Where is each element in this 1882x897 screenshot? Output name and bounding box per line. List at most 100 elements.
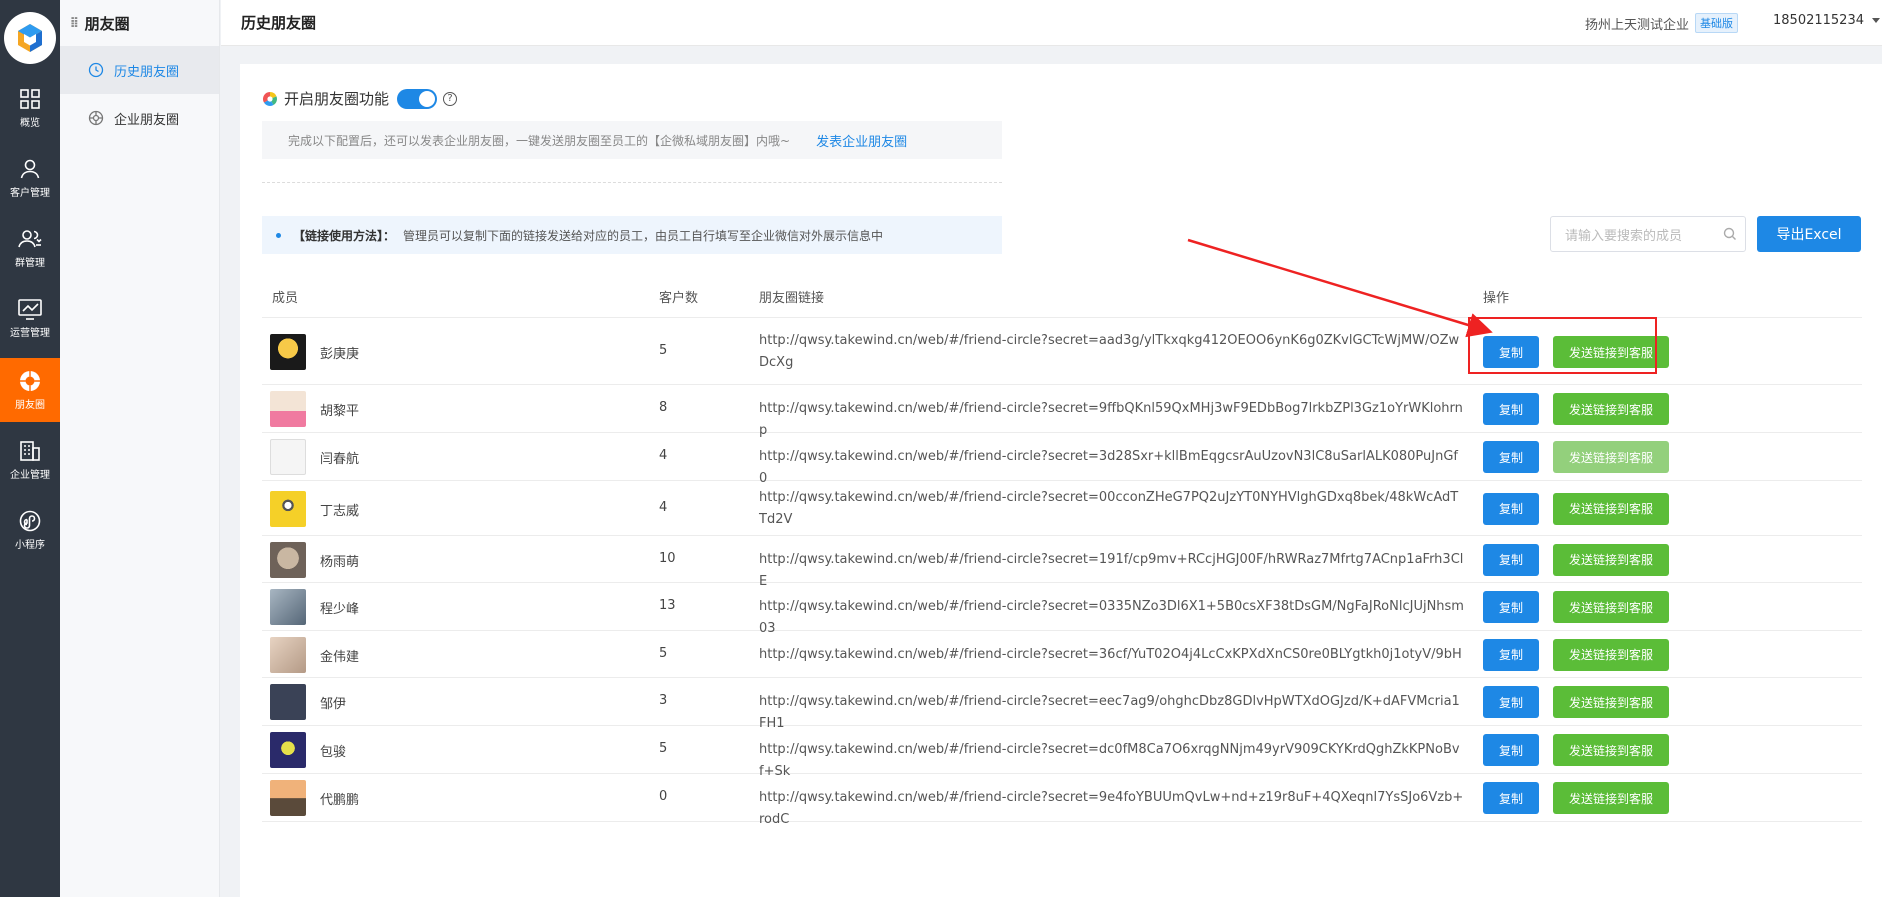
column-header-customers: 客户数	[659, 291, 699, 306]
rail-item-groups[interactable]: 群管理	[0, 216, 60, 280]
export-excel-button[interactable]: 导出Excel	[1757, 216, 1861, 252]
app-logo[interactable]	[4, 12, 56, 64]
rail-label: 朋友圈	[15, 400, 45, 411]
avatar	[270, 589, 306, 625]
help-icon[interactable]: ?	[443, 91, 458, 106]
avatar	[270, 391, 306, 427]
send-to-service-button[interactable]: 发送链接到客服	[1553, 441, 1669, 473]
chevron-down-icon	[1871, 18, 1880, 23]
customer-count: 4	[659, 448, 668, 463]
info-text: 管理员可以复制下面的链接发送给对应的员工，由员工自行填写至企业微信对外展示信息中	[403, 228, 884, 243]
rail-label: 企业管理	[10, 470, 50, 481]
send-to-service-button[interactable]: 发送链接到客服	[1553, 543, 1669, 576]
rail-item-overview[interactable]: 概览	[0, 76, 60, 140]
table-header: 成员 客户数 朋友圈链接 操作	[262, 272, 1862, 318]
moments-link: http://qwsy.takewind.cn/web/#/friend-cir…	[759, 790, 1464, 827]
customer-count: 3	[659, 693, 668, 708]
avatar	[270, 334, 306, 370]
copy-button[interactable]: 复制	[1483, 543, 1539, 576]
rail-label: 小程序	[15, 540, 45, 551]
copy-button[interactable]: 复制	[1483, 782, 1539, 814]
avatar	[270, 684, 306, 720]
send-to-service-button[interactable]: 发送链接到客服	[1553, 591, 1669, 623]
customer-count: 8	[659, 400, 668, 415]
send-to-service-button[interactable]: 发送链接到客服	[1553, 782, 1669, 814]
member-name: 金伟建	[320, 649, 360, 665]
moments-toggle[interactable]	[397, 88, 438, 109]
table-row: 代鹏鹏 0 http://qwsy.takewind.cn/web/#/friend…	[262, 774, 1862, 827]
column-header-link: 朋友圈链接	[759, 291, 825, 306]
tip-text: 完成以下配置后，还可以发表企业朋友圈，一键发送朋友圈至员工的【企微私域朋友圈】内…	[288, 133, 791, 148]
publish-enterprise-moments-link[interactable]: 发表企业朋友圈	[816, 131, 907, 150]
feature-toggle-row: 开启朋友圈功能 ?	[262, 88, 458, 109]
rail-item-moments[interactable]: 朋友圈	[0, 358, 60, 422]
copy-button[interactable]: 复制	[1483, 686, 1539, 718]
moments-link: http://qwsy.takewind.cn/web/#/friend-cir…	[759, 333, 1460, 370]
send-to-service-button[interactable]: 发送链接到客服	[1553, 686, 1669, 718]
divider	[262, 182, 1002, 183]
column-header-member: 成员	[272, 291, 299, 306]
rail-item-miniprogram[interactable]: 小程序	[0, 498, 60, 562]
copy-button[interactable]: 复制	[1483, 638, 1539, 671]
member-name: 丁志威	[320, 503, 360, 519]
avatar	[270, 732, 306, 768]
history-icon	[88, 62, 104, 78]
subnav-item-history[interactable]: 历史朋友圈	[60, 46, 219, 94]
table-row: 邹伊 3 http://qwsy.takewind.cn/web/#/friend-…	[262, 678, 1862, 731]
rail-item-enterprise[interactable]: 企业管理	[0, 428, 60, 492]
copy-button[interactable]: 复制	[1483, 441, 1539, 473]
top-header: 历史朋友圈 扬州上天测试企业 基础版 18502115234	[221, 0, 1882, 46]
customer-count: 13	[659, 598, 676, 613]
user-icon	[20, 159, 40, 179]
main-content: 开启朋友圈功能 ? 完成以下配置后，还可以发表企业朋友圈，一键发送朋友圈至员工的…	[240, 64, 1882, 897]
account-menu[interactable]: 18502115234	[1773, 13, 1880, 28]
company-name: 扬州上天测试企业	[1585, 17, 1690, 33]
subnav-title: ⁞⁞ 朋友圈	[60, 0, 219, 46]
member-search-input[interactable]: 请输入要搜索的成员	[1550, 216, 1746, 252]
subnav-item-enterprise[interactable]: 企业朋友圈	[60, 94, 219, 142]
customer-count: 5	[659, 645, 668, 661]
avatar	[270, 490, 306, 527]
send-to-service-button[interactable]: 发送链接到客服	[1553, 492, 1669, 525]
send-to-service-button[interactable]: 发送链接到客服	[1553, 638, 1669, 671]
member-name: 包骏	[320, 745, 347, 760]
annotation-highlight-box	[1468, 317, 1657, 374]
table-row: 闫春航 4 http://qwsy.takewind.cn/web/#/friend…	[262, 433, 1862, 486]
building-icon	[20, 441, 40, 461]
table-row: 包骏 5 http://qwsy.takewind.cn/web/#/friend-…	[262, 726, 1862, 779]
customer-count: 4	[659, 499, 668, 515]
column-header-actions: 操作	[1483, 291, 1510, 306]
moments-link: http://qwsy.takewind.cn/web/#/friend-cir…	[759, 489, 1459, 527]
search-placeholder: 请输入要搜索的成员	[1565, 228, 1683, 244]
send-to-service-button[interactable]: 发送链接到客服	[1553, 393, 1669, 425]
subnav-title-text: 朋友圈	[84, 14, 130, 33]
usage-info-banner: 【链接使用方法】： 管理员可以复制下面的链接发送给对应的员工，由员工自行填写至企…	[262, 216, 1002, 254]
feature-label: 开启朋友圈功能	[284, 90, 390, 108]
avatar	[270, 439, 306, 475]
copy-button[interactable]: 复制	[1483, 492, 1539, 525]
table-row: 胡黎平 8 http://qwsy.takewind.cn/web/#/friend…	[262, 385, 1862, 438]
info-title: 【链接使用方法】：	[293, 228, 396, 243]
app-rail: 概览 客户管理 群管理 运营管理 朋友圈 企业管理 小程序	[0, 0, 60, 897]
table-row: 金伟建 5 http://qwsy.takewind.cn/web/#/friend…	[262, 631, 1862, 678]
customer-count: 10	[659, 550, 676, 566]
copy-button[interactable]: 复制	[1483, 591, 1539, 623]
subnav-label: 企业朋友圈	[114, 112, 180, 128]
copy-button[interactable]: 复制	[1483, 734, 1539, 766]
drag-grip-icon[interactable]: ⁞⁞	[70, 15, 79, 31]
copy-button[interactable]: 复制	[1483, 393, 1539, 425]
bullet-dot	[276, 232, 281, 238]
plan-badge: 基础版	[1695, 13, 1739, 33]
rail-item-customers[interactable]: 客户管理	[0, 146, 60, 210]
grid-icon	[20, 89, 40, 109]
send-to-service-button[interactable]: 发送链接到客服	[1553, 734, 1669, 766]
aperture-outline-icon	[88, 110, 104, 126]
company-info: 扬州上天测试企业 基础版	[1585, 13, 1739, 33]
sub-sidebar: ⁞⁞ 朋友圈 历史朋友圈 企业朋友圈	[60, 0, 220, 897]
aperture-icon	[20, 371, 40, 391]
logo-icon	[11, 19, 49, 57]
moments-color-icon	[263, 91, 277, 106]
avatar	[270, 636, 306, 673]
search-icon[interactable]	[1723, 227, 1737, 241]
rail-item-operations[interactable]: 运营管理	[0, 286, 60, 350]
